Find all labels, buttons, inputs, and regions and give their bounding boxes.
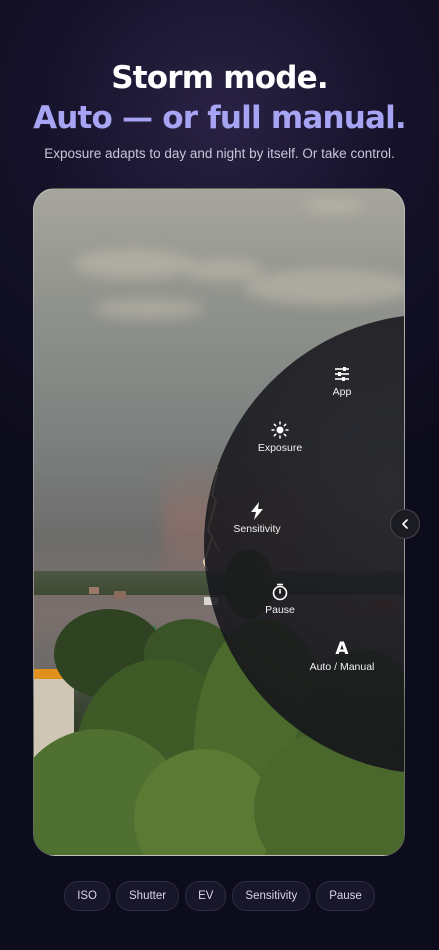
headline: Storm mode. Auto — or full manual. <box>0 58 439 138</box>
feature-chips: ISO Shutter EV Sensitivity Pause <box>0 881 439 911</box>
headline-subtitle: Exposure adapts to day and night by itse… <box>44 146 395 161</box>
control-pause[interactable]: Pause <box>235 583 325 616</box>
lightning-icon <box>251 502 263 520</box>
control-sensitivity[interactable]: Sensitivity <box>212 502 302 535</box>
chip-ev: EV <box>185 881 227 911</box>
control-exposure[interactable]: Exposure <box>235 421 325 454</box>
control-exposure-label: Exposure <box>257 442 303 454</box>
control-app-label: App <box>332 386 352 398</box>
sun-icon <box>271 421 289 439</box>
control-auto-manual[interactable]: A Auto / Manual <box>297 640 387 673</box>
chip-pause: Pause <box>316 881 375 911</box>
timer-icon <box>272 583 288 601</box>
letter-a-icon: A <box>335 639 349 659</box>
control-auto-manual-label: Auto / Manual <box>309 661 375 673</box>
sliders-icon <box>335 367 349 381</box>
control-pause-label: Pause <box>265 604 295 616</box>
headline-title: Storm mode. <box>111 60 328 96</box>
chip-iso: ISO <box>64 881 110 911</box>
headline-accent: Auto — or full manual. <box>33 100 407 136</box>
control-app[interactable]: App <box>297 365 387 398</box>
chip-shutter: Shutter <box>116 881 180 911</box>
chevron-left-icon <box>402 519 408 529</box>
chip-sensitivity: Sensitivity <box>232 881 311 911</box>
control-sensitivity-label: Sensitivity <box>233 523 281 535</box>
collapse-button[interactable] <box>390 509 420 539</box>
